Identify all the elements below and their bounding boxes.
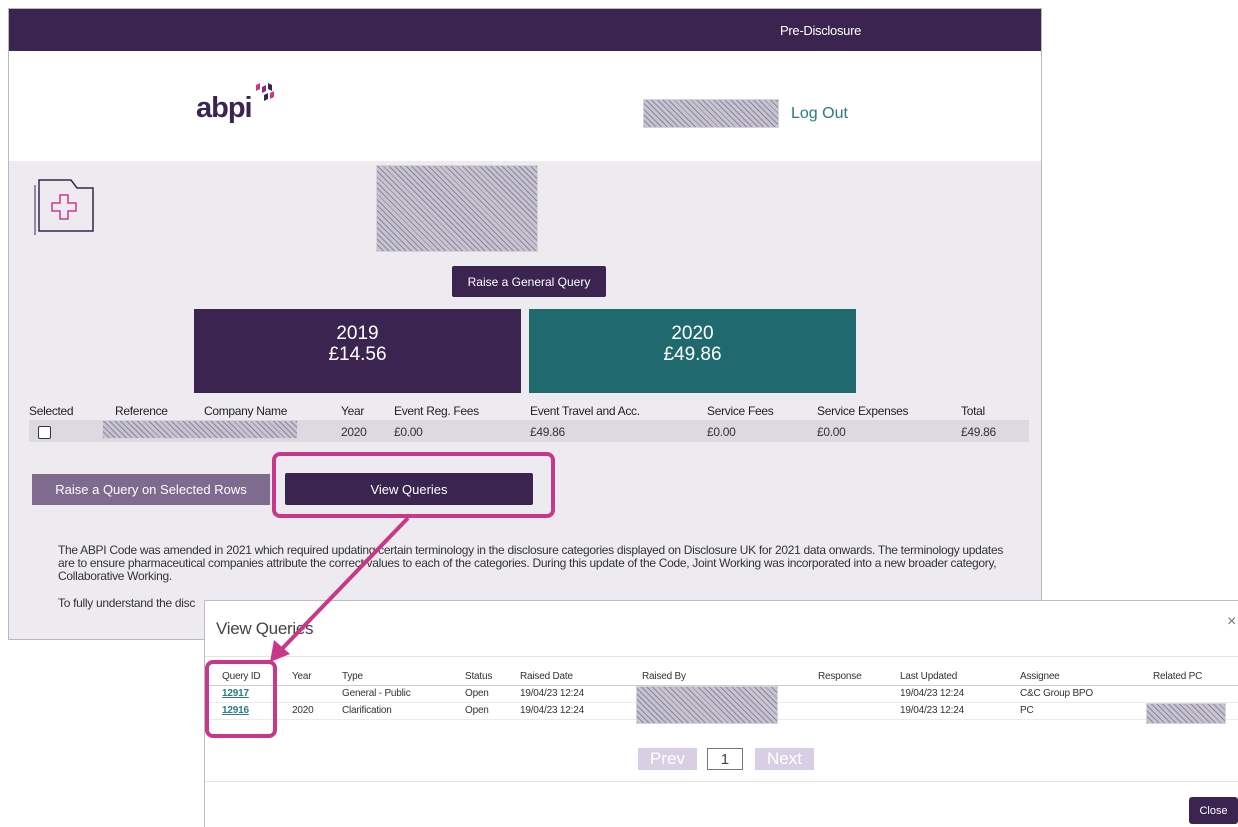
col-assignee: Assignee (1020, 671, 1060, 682)
abpi-logo[interactable]: abpi (196, 81, 296, 124)
col-type: Type (342, 671, 363, 682)
col-selected: Selected (29, 404, 74, 418)
col-event-reg-fees: Event Reg. Fees (394, 404, 479, 418)
col-year: Year (292, 671, 312, 682)
summary-card-2020: 2020 £49.86 (529, 309, 856, 393)
row-event-travel: £49.86 (530, 425, 565, 439)
row-assignee: C&C Group BPO (1020, 688, 1093, 699)
related-pc-redacted (1146, 703, 1226, 724)
modal-footer-divider (205, 781, 1238, 782)
row-last-updated: 19/04/23 12:24 (900, 705, 964, 716)
row-raised-date: 19/04/23 12:24 (520, 688, 584, 699)
modal-divider (205, 656, 1238, 657)
row-raised-date: 19/04/23 12:24 (520, 705, 584, 716)
card-amount: £49.86 (663, 344, 722, 365)
card-year: 2020 (671, 323, 714, 344)
next-page-button[interactable]: Next (754, 748, 814, 770)
highlight-view-queries (272, 452, 555, 518)
header: abpi Log Out (9, 51, 1041, 161)
col-response: Response (818, 671, 862, 682)
close-icon[interactable]: × (1227, 613, 1236, 631)
user-name-redacted (643, 99, 779, 128)
col-raised-date: Raised Date (520, 671, 573, 682)
col-status: Status (465, 671, 493, 682)
folder-medical-icon (34, 179, 94, 235)
logout-link[interactable]: Log Out (791, 105, 848, 123)
row-assignee: PC (1020, 705, 1034, 716)
card-amount: £14.56 (328, 344, 387, 365)
col-service-fees: Service Fees (707, 404, 774, 418)
view-queries-modal: View Queries × Query ID Year Type Status… (204, 600, 1238, 827)
disclaimer-paragraph: The ABPI Code was amended in 2021 which … (58, 543, 1004, 583)
pagination: Prev 1 Next (638, 748, 814, 770)
row-last-updated: 19/04/23 12:24 (900, 688, 964, 699)
top-nav-bar: Pre-Disclosure (9, 9, 1041, 51)
col-year: Year (341, 404, 365, 418)
col-last-updated: Last Updated (900, 671, 958, 682)
summary-card-2019: 2019 £14.56 (194, 309, 521, 393)
col-event-travel: Event Travel and Acc. (530, 404, 640, 418)
row-select-checkbox[interactable] (38, 426, 51, 439)
row-status: Open (465, 688, 489, 699)
row-type: General - Public (342, 688, 411, 699)
logo-text: abpi (196, 92, 253, 124)
close-button[interactable]: Close (1189, 797, 1238, 824)
col-service-expenses: Service Expenses (817, 404, 909, 418)
col-related-pc: Related PC (1153, 671, 1203, 682)
row-type: Clarification (342, 705, 392, 716)
reference-company-redacted (102, 420, 298, 439)
main-window: Pre-Disclosure abpi Log Out Raise a Gene… (8, 8, 1042, 640)
raise-general-query-button[interactable]: Raise a General Query (452, 266, 606, 297)
nav-pre-disclosure[interactable]: Pre-Disclosure (780, 23, 861, 38)
col-total: Total (961, 404, 985, 418)
disclosure-table: Selected Reference Company Name Year Eve… (29, 402, 1029, 442)
row-year: 2020 (292, 705, 314, 716)
logo-mark-icon (256, 83, 274, 101)
image-redacted (376, 165, 538, 252)
row-event-reg-fees: £0.00 (394, 425, 423, 439)
page-number-input[interactable]: 1 (706, 748, 743, 770)
row-total: £49.86 (961, 425, 996, 439)
col-company-name: Company Name (204, 404, 288, 418)
card-year: 2019 (336, 323, 379, 344)
row-status: Open (465, 705, 489, 716)
row-year: 2020 (341, 425, 367, 439)
modal-title: View Queries (216, 619, 314, 638)
raised-by-redacted (636, 686, 778, 724)
row-service-fees: £0.00 (707, 425, 736, 439)
table-row: 2020 £0.00 £49.86 £0.00 £0.00 £49.86 (29, 420, 1029, 442)
prev-page-button[interactable]: Prev (638, 748, 697, 770)
highlight-query-id (205, 660, 277, 738)
col-raised-by: Raised By (642, 671, 686, 682)
queries-table-header: Query ID Year Type Status Raised Date Ra… (205, 669, 1238, 686)
raise-query-selected-rows-button[interactable]: Raise a Query on Selected Rows (32, 474, 270, 505)
col-reference: Reference (115, 404, 168, 418)
row-service-expenses: £0.00 (817, 425, 846, 439)
table-header: Selected Reference Company Name Year Eve… (29, 402, 1029, 420)
